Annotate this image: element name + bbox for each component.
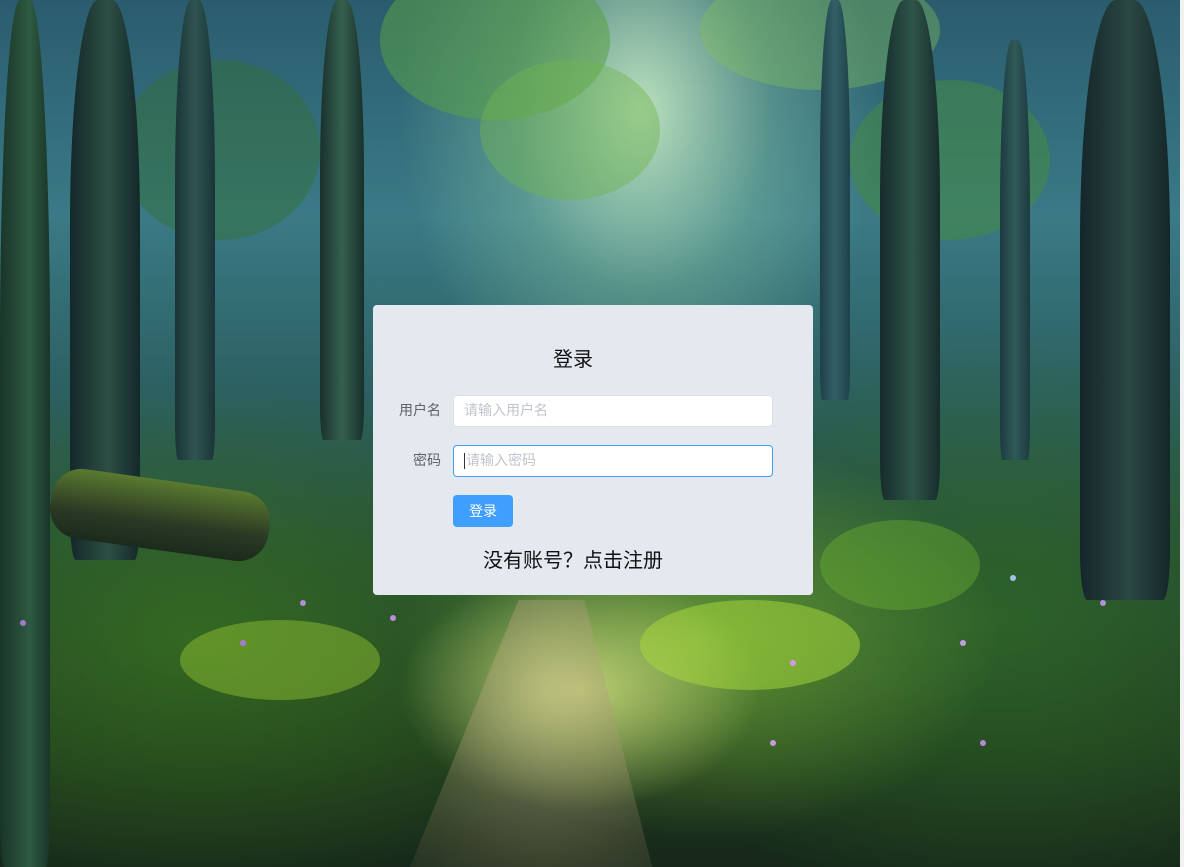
tree-trunk: [1080, 0, 1170, 600]
username-input[interactable]: 请输入用户名: [453, 395, 773, 427]
password-label: 密码: [413, 453, 441, 469]
canopy-foliage: [480, 60, 660, 200]
grass-patch: [180, 620, 380, 700]
tree-trunk: [175, 0, 215, 460]
flower: [20, 620, 26, 626]
flower: [300, 600, 306, 606]
text-caret: [464, 453, 465, 469]
flower: [980, 740, 986, 746]
password-placeholder: 请输入密码: [466, 453, 536, 469]
tree-trunk: [820, 0, 850, 400]
login-card: 登录 用户名 请输入用户名 密码 请输入密码 登录 没有账号？点击注册: [373, 305, 813, 595]
password-input[interactable]: 请输入密码: [453, 445, 773, 477]
tree-trunk: [0, 0, 50, 867]
grass-patch: [820, 520, 980, 610]
username-label: 用户名: [399, 403, 441, 419]
login-button[interactable]: 登录: [453, 495, 513, 527]
tree-trunk: [880, 0, 940, 500]
flower: [770, 740, 776, 746]
tree-trunk: [320, 0, 364, 440]
flower: [240, 640, 246, 646]
flower: [960, 640, 966, 646]
grass-patch: [640, 600, 860, 690]
tree-trunk: [1000, 40, 1030, 460]
login-title: 登录: [553, 347, 593, 371]
flower: [790, 660, 796, 666]
username-placeholder: 请输入用户名: [464, 403, 548, 419]
flower: [390, 615, 396, 621]
scrollbar[interactable]: [1180, 0, 1184, 867]
register-link[interactable]: 没有账号？点击注册: [483, 547, 663, 573]
flower: [1010, 575, 1016, 581]
flower: [1100, 600, 1106, 606]
canopy-foliage: [120, 60, 320, 240]
